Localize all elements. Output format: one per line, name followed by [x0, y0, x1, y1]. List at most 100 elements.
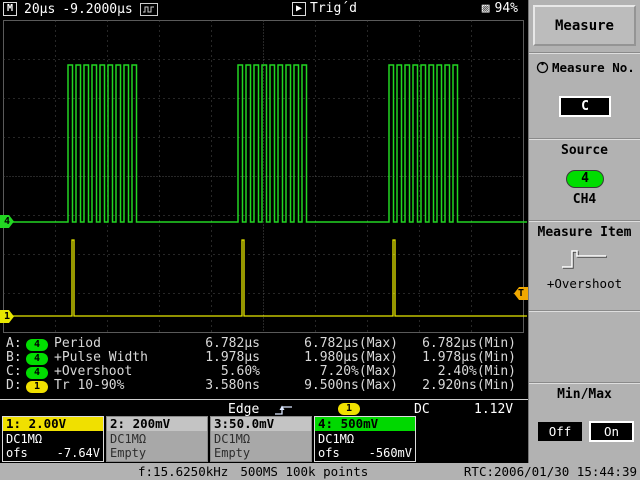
minmax-section-label: Min/Max: [529, 387, 640, 402]
measure-no-value[interactable]: C: [559, 96, 611, 117]
measurement-name: Tr 10-90%: [54, 379, 194, 393]
measurement-slot: A:: [6, 337, 26, 351]
battery-percent: 94%: [495, 1, 518, 16]
trigger-settings-row[interactable]: Edge 1 DC 1.12V: [0, 403, 528, 416]
measure-item-value[interactable]: +Overshoot: [529, 276, 640, 291]
channel-badge: 4: [26, 339, 48, 351]
channel-details: DC1MΩ ofs -560mV: [315, 431, 415, 461]
separator-line: [0, 399, 528, 400]
measurement-min: 2.920ns(Min): [398, 379, 516, 393]
waveform-display: 4 1 T A: 4 Period 6.782μs 6.782μs(Max) 6…: [0, 18, 528, 463]
channel-status-label: ofs: [6, 446, 28, 460]
minmax-off-button[interactable]: Off: [538, 422, 582, 441]
measurement-max: 6.782μs(Max): [260, 337, 398, 351]
measurement-max: 7.20%(Max): [260, 365, 398, 379]
measure-menu-button[interactable]: Measure: [533, 5, 636, 46]
play-icon: ▶: [292, 2, 306, 16]
channel-details: DC1MΩ Empty: [211, 431, 311, 461]
measurement-max: 9.500ns(Max): [260, 379, 398, 393]
measurement-min: 6.782μs(Min): [398, 337, 516, 351]
measurement-slot: D:: [6, 379, 26, 393]
minmax-on-button[interactable]: On: [589, 421, 634, 442]
acquisition-icon: [140, 3, 158, 16]
measurement-name: +Overshoot: [54, 365, 194, 379]
top-right-indicators: ▨ 94%: [482, 1, 518, 16]
soft-menu-panel: Measure Measure No. C Source 4 CH4 Measu…: [528, 0, 640, 463]
measurement-max: 1.980μs(Max): [260, 351, 398, 365]
measurement-row-b: B: 4 +Pulse Width 1.978μs 1.980μs(Max) 1…: [0, 351, 528, 365]
storage-icon: ▨: [482, 1, 490, 16]
channel-scale: 1: 2.00V: [3, 417, 103, 431]
source-section-label: Source: [529, 143, 640, 158]
channel-badge: 4: [26, 353, 48, 365]
channel-box-3[interactable]: 3:50.0mV DC1MΩ Empty: [210, 416, 312, 462]
measurement-row-d: D: 1 Tr 10-90% 3.580ns 9.500ns(Max) 2.92…: [0, 379, 528, 393]
measurement-name: +Pulse Width: [54, 351, 194, 365]
acquisition-status: f:15.6250kHz 500MS 100k points: [138, 463, 368, 480]
measurement-row-a: A: 4 Period 6.782μs 6.782μs(Max) 6.782μs…: [0, 337, 528, 351]
measurement-slot: C:: [6, 365, 26, 379]
rtc-clock: RTC:2006/01/30 15:44:39: [464, 463, 637, 480]
channel-badge-wrap: 4: [26, 351, 54, 365]
overshoot-icon: [560, 246, 610, 272]
channel-box-2[interactable]: 2: 200mV DC1MΩ Empty: [106, 416, 208, 462]
channel-box-4[interactable]: 4: 500mV DC1MΩ ofs -560mV: [314, 416, 416, 462]
channel-badge: 4: [26, 367, 48, 379]
channel-status-label: ofs: [318, 446, 340, 460]
channel-status-label: Empty: [110, 446, 146, 460]
delay-readout: -9.2000μs: [62, 2, 132, 17]
menu-icon[interactable]: M: [3, 2, 17, 16]
panel-divider: [529, 52, 640, 54]
channel-scale: 4: 500mV: [315, 417, 415, 431]
measurement-value: 5.60%: [194, 365, 260, 379]
trigger-status-text: Trig´d: [310, 1, 357, 16]
source-channel-name[interactable]: CH4: [529, 192, 640, 207]
channel-scale: 3:50.0mV: [211, 417, 311, 431]
channel-coupling: DC1MΩ: [318, 432, 412, 446]
channel-info-boxes: 1: 2.00V DC1MΩ ofs -7.64V 2: 200mV DC1MΩ…: [2, 416, 416, 462]
panel-divider: [529, 220, 640, 222]
timebase-readout: 20μs: [24, 2, 55, 17]
sample-rate-readout: 500MS 100k points: [240, 463, 368, 480]
measurement-value: 3.580ns: [194, 379, 260, 393]
channel-badge-wrap: 1: [26, 379, 54, 393]
frequency-readout: f:15.6250kHz: [138, 463, 228, 480]
channel-badge-wrap: 4: [26, 365, 54, 379]
channel-box-1[interactable]: 1: 2.00V DC1MΩ ofs -7.64V: [2, 416, 104, 462]
channel-badge: 1: [26, 381, 48, 393]
channel-status-label: Empty: [214, 446, 250, 460]
channel-coupling: DC1MΩ: [110, 432, 204, 446]
measurement-value: 1.978μs: [194, 351, 260, 365]
channel-details: DC1MΩ Empty: [107, 431, 207, 461]
channel-scale: 2: 200mV: [107, 417, 207, 431]
source-channel-badge[interactable]: 4: [566, 170, 604, 188]
channel-details: DC1MΩ ofs -7.64V: [3, 431, 103, 461]
measurement-name: Period: [54, 337, 194, 351]
measurement-min: 2.40%(Min): [398, 365, 516, 379]
knob-icon: [536, 61, 549, 74]
channel-coupling: DC1MΩ: [6, 432, 100, 446]
panel-divider: [529, 382, 640, 384]
trigger-mode: Edge: [228, 403, 259, 416]
measure-no-label: Measure No.: [552, 60, 635, 75]
measurement-slot: B:: [6, 351, 26, 365]
measure-item-section-label: Measure Item: [529, 225, 640, 240]
measurement-readouts: A: 4 Period 6.782μs 6.782μs(Max) 6.782μs…: [0, 337, 528, 393]
measurement-min: 1.978μs(Min): [398, 351, 516, 365]
trigger-coupling: DC: [414, 403, 430, 416]
panel-divider: [529, 138, 640, 140]
graticule: [0, 18, 528, 336]
trigger-source-badge: 1: [338, 403, 360, 415]
bottom-status-bar: f:15.6250kHz 500MS 100k points RTC:2006/…: [0, 463, 640, 480]
trigger-level: 1.12V: [474, 403, 513, 416]
panel-divider: [529, 310, 640, 312]
rising-edge-icon: [274, 403, 294, 416]
trigger-status: ▶ Trig´d: [292, 1, 357, 16]
channel-status-value: -560mV: [369, 446, 412, 460]
measure-no-row: Measure No.: [536, 60, 635, 75]
channel-status-value: -7.64V: [57, 446, 100, 460]
measurement-value: 6.782μs: [194, 337, 260, 351]
channel-coupling: DC1MΩ: [214, 432, 308, 446]
measurement-row-c: C: 4 +Overshoot 5.60% 7.20%(Max) 2.40%(M…: [0, 365, 528, 379]
channel-badge-wrap: 4: [26, 337, 54, 351]
